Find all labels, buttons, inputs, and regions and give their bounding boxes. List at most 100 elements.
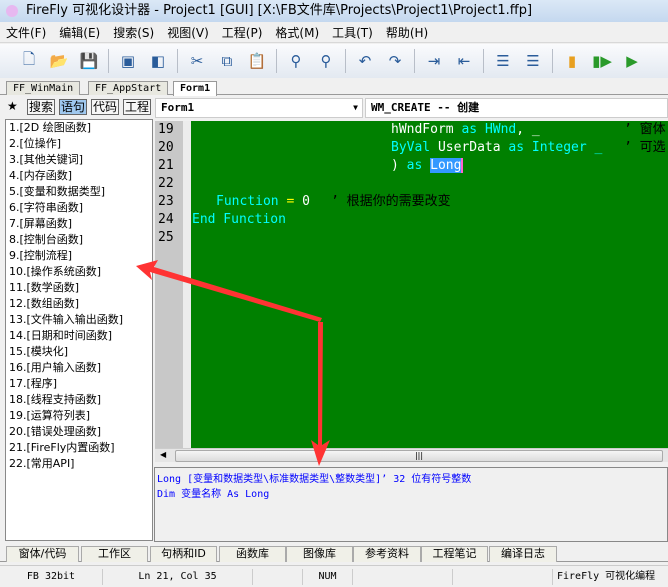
find-icon[interactable]: ⚲ (285, 50, 307, 72)
list-item[interactable]: 8.[控制台函数] (9, 232, 152, 248)
list-item[interactable]: 13.[文件输入输出函数] (9, 312, 152, 328)
list-item[interactable]: 22.[常用API] (9, 456, 152, 472)
list-item[interactable]: 11.[数学函数] (9, 280, 152, 296)
selected-text: Long (430, 158, 462, 173)
save-icon[interactable]: 💾 (78, 50, 100, 72)
line-number: 22 (158, 176, 174, 191)
replace-icon[interactable]: ⚲ (315, 50, 337, 72)
list-item[interactable]: 17.[程序] (9, 376, 152, 392)
list-item[interactable]: 19.[运算符列表] (9, 408, 152, 424)
run-icon[interactable]: ▶ (621, 50, 643, 72)
code-token: Function (216, 194, 279, 209)
paste-icon[interactable]: 📋 (246, 50, 268, 72)
list-item[interactable]: 16.[用户输入函数] (9, 360, 152, 376)
new-form-icon[interactable]: ▣ (117, 50, 139, 72)
tab-form1[interactable]: Form1 (173, 81, 218, 96)
project-button[interactable]: 工程 (123, 99, 152, 115)
compile-run-icon[interactable]: ▮▶ (591, 50, 613, 72)
list-item[interactable]: 15.[模块化] (9, 344, 152, 360)
menu-help[interactable]: 帮助(H) (386, 24, 428, 41)
code-editor[interactable]: hWndForm as HWnd, _ ’ 窗体 ByVal UserData a… (191, 121, 668, 448)
toolbar-separator (345, 49, 346, 73)
scroll-left-icon[interactable]: ◀ (160, 450, 166, 459)
menu-project[interactable]: 工程(P) (222, 24, 263, 41)
list-item[interactable]: 21.[FireFly内置函数] (9, 440, 152, 456)
statement-button[interactable]: 语句 (59, 99, 88, 115)
list-item[interactable]: 4.[内存函数] (9, 168, 152, 184)
menu-view[interactable]: 视图(V) (167, 24, 209, 41)
form-select[interactable]: Form1 ▼ (155, 98, 363, 118)
app-logo-icon (6, 5, 18, 17)
uncomment-icon[interactable]: ☰ (522, 50, 544, 72)
line-number: 20 (158, 140, 174, 155)
new-module-icon[interactable]: ◧ (147, 50, 169, 72)
list-item[interactable]: 2.[位操作] (9, 136, 152, 152)
list-item[interactable]: 20.[错误处理函数] (9, 424, 152, 440)
output-line: Dim 变量名称 As Long (157, 489, 270, 500)
indent-icon[interactable]: ⇥ (423, 50, 445, 72)
line-number: 19 (158, 122, 174, 137)
list-item[interactable]: 5.[变量和数据类型] (9, 184, 152, 200)
category-list[interactable]: 1.[2D 绘图函数] 2.[位操作] 3.[其他关键词] 4.[内存函数] 5… (5, 119, 153, 541)
new-file-icon[interactable]: 🗋 (18, 50, 40, 72)
toolbar-separator (483, 49, 484, 73)
form-select-value: Form1 (161, 101, 195, 114)
undo-icon[interactable]: ↶ (354, 50, 376, 72)
tab-build-log[interactable]: 编译日志 (489, 546, 557, 562)
tab-ff-appstart[interactable]: FF_AppStart (88, 81, 169, 95)
help-output-panel: Long [变量和数据类型\标准数据类型\整数类型]’ 32 位有符号整数 Di… (154, 467, 668, 542)
list-item[interactable]: 14.[日期和时间函数] (9, 328, 152, 344)
list-item[interactable]: 7.[屏幕函数] (9, 216, 152, 232)
title-bar: FireFly 可视化设计器 - Project1 [GUI] [X:\FB文件… (0, 0, 668, 22)
search-button[interactable]: 搜索 (27, 99, 56, 115)
list-item[interactable]: 9.[控制流程] (9, 248, 152, 264)
list-item[interactable]: 3.[其他关键词] (9, 152, 152, 168)
open-folder-icon[interactable]: 📂 (48, 50, 70, 72)
tab-workspace[interactable]: 工作区 (81, 546, 148, 562)
list-item[interactable]: 6.[字符串函数] (9, 200, 152, 216)
list-item[interactable]: 12.[数组函数] (9, 296, 152, 312)
status-position: Ln 21, Col 35 (103, 569, 253, 585)
code-line: Function = 0 ’ 根据你的需要改变 (191, 193, 668, 211)
outdent-icon[interactable]: ⇤ (453, 50, 475, 72)
tab-ff-winmain[interactable]: FF_WinMain (6, 81, 81, 95)
tab-reference[interactable]: 参考资料 (353, 546, 421, 562)
code-token: HWnd (484, 122, 517, 137)
menu-search[interactable]: 搜索(S) (113, 24, 154, 41)
horizontal-scrollbar[interactable]: ◀ ||| (155, 448, 668, 462)
code-comment: ’ 可选 (624, 140, 666, 155)
list-item[interactable]: 10.[操作系统函数] (9, 264, 152, 280)
bottom-tabs: 窗体/代码 工作区 句柄和ID 函数库 图像库 参考资料 工程笔记 编译日志 (0, 545, 668, 562)
tab-form-code[interactable]: 窗体/代码 (6, 546, 79, 562)
code-line: ByVal UserData as Integer _ ’ 可选 (191, 139, 668, 157)
compile-icon[interactable]: ▮ (561, 50, 583, 72)
menu-edit[interactable]: 编辑(E) (59, 24, 100, 41)
cut-icon[interactable]: ✂ (186, 50, 208, 72)
event-select[interactable]: WM_CREATE -- 创建 (365, 98, 668, 118)
list-item[interactable]: 1.[2D 绘图函数] (9, 120, 152, 136)
file-tabs: FF_WinMain FF_AppStart Form1 (0, 80, 668, 96)
copy-icon[interactable]: ⧉ (216, 50, 238, 72)
tab-project-notes[interactable]: 工程笔记 (421, 546, 488, 562)
code-button[interactable]: 代码 (91, 99, 120, 115)
tab-function-library[interactable]: 函数库 (219, 546, 286, 562)
status-spacer (453, 569, 553, 585)
menu-tools[interactable]: 工具(T) (332, 24, 373, 41)
favorites-star-icon[interactable]: ★ (6, 99, 19, 115)
code-token: as (406, 158, 431, 173)
menu-format[interactable]: 格式(M) (275, 24, 319, 41)
tab-image-library[interactable]: 图像库 (286, 546, 353, 562)
line-number: 25 (158, 230, 174, 245)
list-item[interactable]: 18.[线程支持函数] (9, 392, 152, 408)
menu-file[interactable]: 文件(F) (6, 24, 46, 41)
toolbar-separator (276, 49, 277, 73)
code-token: 0 (302, 194, 310, 209)
toolbar-separator (108, 49, 109, 73)
tab-handles-ids[interactable]: 句柄和ID (150, 546, 217, 562)
comment-icon[interactable]: ☰ (492, 50, 514, 72)
code-token: , _ (516, 122, 540, 137)
redo-icon[interactable]: ↷ (384, 50, 406, 72)
toolbar-separator (414, 49, 415, 73)
scrollbar-thumb[interactable]: ||| (175, 450, 663, 462)
